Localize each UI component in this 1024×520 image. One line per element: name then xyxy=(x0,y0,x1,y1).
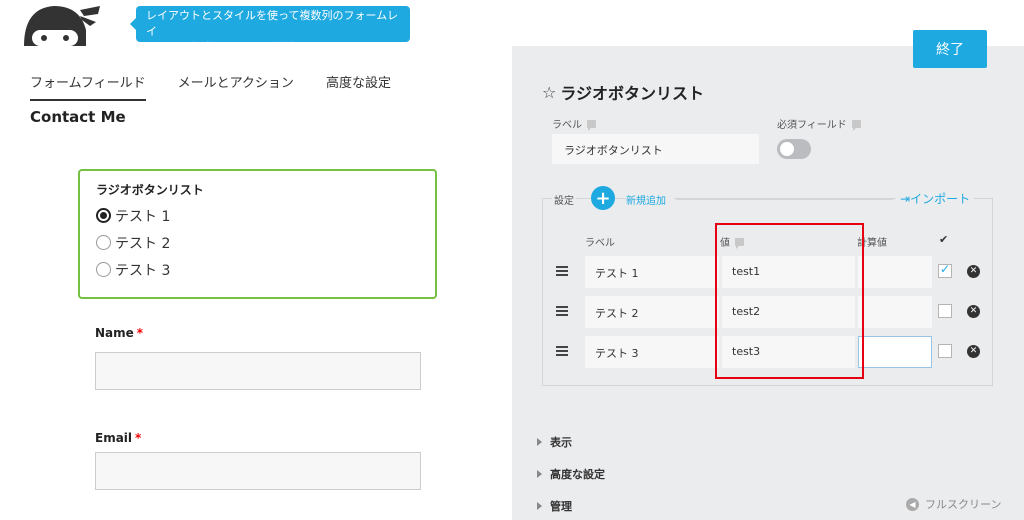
radio-checked-icon[interactable] xyxy=(96,208,111,223)
column-header-label: ラベル xyxy=(585,238,615,249)
value-column-highlight xyxy=(715,223,864,379)
radio-option[interactable]: テスト 3 xyxy=(96,256,419,283)
field-settings-title: ☆ ラジオボタンリスト xyxy=(542,80,704,104)
help-icon[interactable] xyxy=(587,119,596,131)
radio-option-label: テスト 1 xyxy=(115,208,171,225)
ninja-logo-icon xyxy=(24,6,100,46)
section-label: 表示 xyxy=(550,436,572,449)
radio-option-label: テスト 3 xyxy=(115,262,171,279)
required-asterisk: * xyxy=(136,326,144,340)
divider xyxy=(676,199,893,200)
radio-unchecked-icon[interactable] xyxy=(96,262,111,277)
builder-tabs: フォームフィールド メールとアクション 高度な設定 xyxy=(30,72,391,101)
option-selected-checkbox[interactable] xyxy=(938,262,952,278)
remove-option-icon[interactable]: ✕ xyxy=(967,345,980,358)
field-label-input[interactable]: ラジオボタンリスト xyxy=(552,134,759,164)
tooltip-line-1: レイアウトとスタイルを使って複数列のフォームレイ xyxy=(146,9,399,38)
option-calc-input[interactable] xyxy=(858,296,932,328)
section-display[interactable]: 表示 xyxy=(537,434,572,450)
email-label-text: Email xyxy=(95,431,133,445)
radio-unchecked-icon[interactable] xyxy=(96,235,111,250)
import-link[interactable]: ⇥インポート xyxy=(896,190,975,207)
section-label: 高度な設定 xyxy=(550,468,605,481)
expand-triangle-icon xyxy=(537,470,542,478)
drag-handle-icon[interactable] xyxy=(556,306,568,316)
form-title: Contact Me xyxy=(30,108,126,126)
done-button[interactable]: 終了 xyxy=(913,30,987,68)
option-selected-checkbox[interactable] xyxy=(938,304,952,318)
fullscreen-label: フルスクリーン xyxy=(925,498,1002,511)
email-input[interactable] xyxy=(95,452,421,490)
expand-triangle-icon xyxy=(537,502,542,510)
tab-form-fields[interactable]: フォームフィールド xyxy=(30,72,146,101)
label-caption-text: ラベル xyxy=(552,120,582,131)
radio-option[interactable]: テスト 2 xyxy=(96,229,419,256)
drag-handle-icon[interactable] xyxy=(556,346,568,356)
field-title-text: ラジオボタンリスト xyxy=(560,84,705,103)
import-text: インポート xyxy=(910,192,971,206)
name-label-text: Name xyxy=(95,326,134,340)
required-asterisk: * xyxy=(135,431,142,445)
tooltip-line-2: アウトを作成しませんか。詳細はこちら xyxy=(146,41,344,54)
column-header-selected: ✔ xyxy=(939,233,949,246)
required-caption: 必須フィールド xyxy=(777,116,861,131)
add-option-link[interactable]: 新規追加 xyxy=(626,192,674,207)
name-input[interactable] xyxy=(95,352,421,390)
option-label-input[interactable]: テスト 3 xyxy=(585,336,719,368)
radio-field-label: ラジオボタンリスト xyxy=(96,183,204,197)
radio-option-label: テスト 2 xyxy=(115,235,171,252)
tab-advanced[interactable]: 高度な設定 xyxy=(326,72,391,101)
section-label: 管理 xyxy=(550,500,572,513)
option-calc-input[interactable] xyxy=(858,336,932,368)
fullscreen-icon: ◀ xyxy=(906,497,919,511)
section-admin[interactable]: 管理 xyxy=(537,498,572,514)
expand-triangle-icon xyxy=(537,438,542,446)
remove-option-icon[interactable]: ✕ xyxy=(967,265,980,278)
add-option-icon[interactable]: + xyxy=(591,186,615,210)
tab-emails-actions[interactable]: メールとアクション xyxy=(178,72,294,101)
required-toggle[interactable] xyxy=(777,139,811,159)
form-preview-panel: レイアウトとスタイルを使って複数列のフォームレイ アウトを作成しませんか。詳細は… xyxy=(0,0,512,520)
remove-option-icon[interactable]: ✕ xyxy=(967,305,980,318)
options-legend: 設定 xyxy=(552,192,576,207)
import-icon: ⇥ xyxy=(900,192,911,206)
option-selected-checkbox[interactable] xyxy=(938,344,952,358)
radio-list-field-preview[interactable]: ラジオボタンリスト テスト 1 テスト 2 テスト 3 xyxy=(78,169,437,299)
option-label-input[interactable]: テスト 2 xyxy=(585,296,719,328)
name-field-label: Name * xyxy=(95,326,143,340)
radio-option[interactable]: テスト 1 xyxy=(96,202,419,229)
email-field-label: Email * xyxy=(95,431,141,445)
fullscreen-button[interactable]: ◀ フルスクリーン xyxy=(906,496,1001,512)
required-caption-text: 必須フィールド xyxy=(777,120,847,131)
star-icon[interactable]: ☆ xyxy=(542,83,556,102)
option-calc-input[interactable] xyxy=(858,256,932,288)
label-caption: ラベル xyxy=(552,116,596,131)
option-label-input[interactable]: テスト 1 xyxy=(585,256,719,288)
layout-tip-tooltip[interactable]: レイアウトとスタイルを使って複数列のフォームレイ アウトを作成しませんか。詳細は… xyxy=(130,6,410,54)
help-icon[interactable] xyxy=(851,119,861,131)
drag-handle-icon[interactable] xyxy=(556,266,568,276)
section-advanced[interactable]: 高度な設定 xyxy=(537,466,605,482)
